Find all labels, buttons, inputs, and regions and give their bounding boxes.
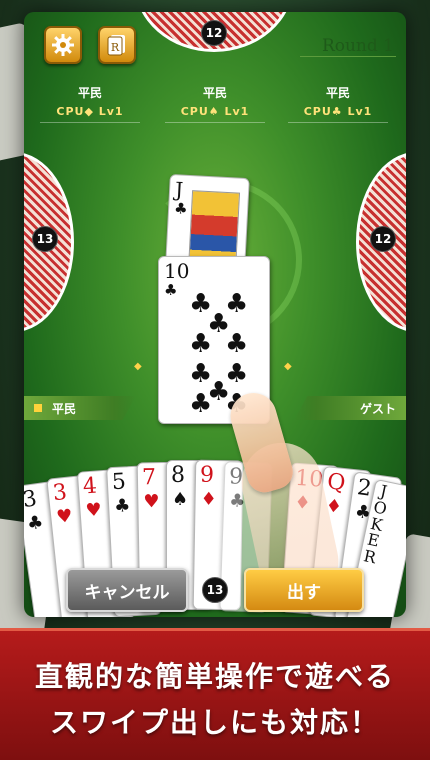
card-suit: ♣ xyxy=(173,199,189,218)
guest-label: ゲスト xyxy=(294,396,406,420)
card-rank: J xyxy=(174,177,184,202)
club-pip: ♣ xyxy=(189,329,213,359)
rules-button[interactable]: R xyxy=(98,26,136,64)
card-rank: 10 xyxy=(164,259,190,283)
opponent-name: CPU♣ Lv1 xyxy=(288,105,388,123)
settings-button[interactable] xyxy=(44,26,82,64)
game-table: 12 R Round 1 平民 CPU◆ Lv1 平民 CPU♠ Lv1 平民 … xyxy=(24,12,406,617)
card-suit: ♥ xyxy=(55,505,74,529)
top-opponent-card-count: 12 xyxy=(201,20,227,46)
card-rank: 7 xyxy=(141,465,157,491)
opponent-rank: 平民 xyxy=(325,86,350,100)
left-turn-marker: ◆ xyxy=(134,361,142,372)
club-pip: ♣ xyxy=(189,389,213,419)
opponent-info: 平民 CPU♣ Lv1 xyxy=(288,84,388,123)
opponent-rank: 平民 xyxy=(202,86,227,100)
card-rank: 3 xyxy=(51,479,69,507)
card-rank: 2 xyxy=(355,475,374,502)
gear-icon xyxy=(52,34,74,56)
player-rank-text: 平民 xyxy=(52,401,77,416)
guest-label-text: ゲスト xyxy=(359,401,396,416)
card-suit: ♦ xyxy=(200,488,217,510)
card-rank: 4 xyxy=(82,473,98,500)
opponent-rank: 平民 xyxy=(77,86,102,100)
opponent-name: CPU◆ Lv1 xyxy=(40,105,140,123)
card-rank: 3 xyxy=(24,486,39,514)
rule-book-icon: R xyxy=(107,35,125,56)
promo-banner: 直観的な簡単操作で遊べる スワイプ出しにも対応！ xyxy=(0,628,430,760)
right-turn-marker: ◆ xyxy=(284,361,292,372)
card-suit: ♥ xyxy=(84,499,103,522)
card-suit: ♠ xyxy=(172,489,189,510)
svg-text:R: R xyxy=(111,41,120,54)
promo-line-2: スワイプ出しにも対応！ xyxy=(49,706,380,739)
left-opponent-card-count: 13 xyxy=(32,226,58,252)
card-suit: ♣ xyxy=(25,511,45,535)
card-suit: ♥ xyxy=(143,491,160,513)
cancel-button[interactable]: キャンセル xyxy=(66,568,188,612)
play-button[interactable]: 出す xyxy=(244,568,364,612)
card-rank: 5 xyxy=(111,469,127,496)
player-marker-icon xyxy=(34,404,42,412)
card-rank: Q xyxy=(326,469,347,497)
card-rank: 8 xyxy=(171,463,185,488)
opponent-info: 平民 CPU♠ Lv1 xyxy=(165,84,265,123)
opponent-info: 平民 CPU◆ Lv1 xyxy=(40,84,140,123)
promo-line-1: 直観的な簡単操作で遊べる xyxy=(34,660,395,693)
opponent-name: CPU♠ Lv1 xyxy=(165,105,265,123)
club-pip: ♣ xyxy=(225,329,249,359)
round-indicator: Round 1 xyxy=(300,36,396,57)
card-suit: ♣ xyxy=(113,495,131,517)
card-suit: ♣ xyxy=(164,281,178,299)
card-rank: 9 xyxy=(199,462,215,488)
player-card-count: 13 xyxy=(202,577,228,603)
right-opponent-card-count: 12 xyxy=(370,226,396,252)
player-rank-label: 平民 xyxy=(24,396,136,420)
